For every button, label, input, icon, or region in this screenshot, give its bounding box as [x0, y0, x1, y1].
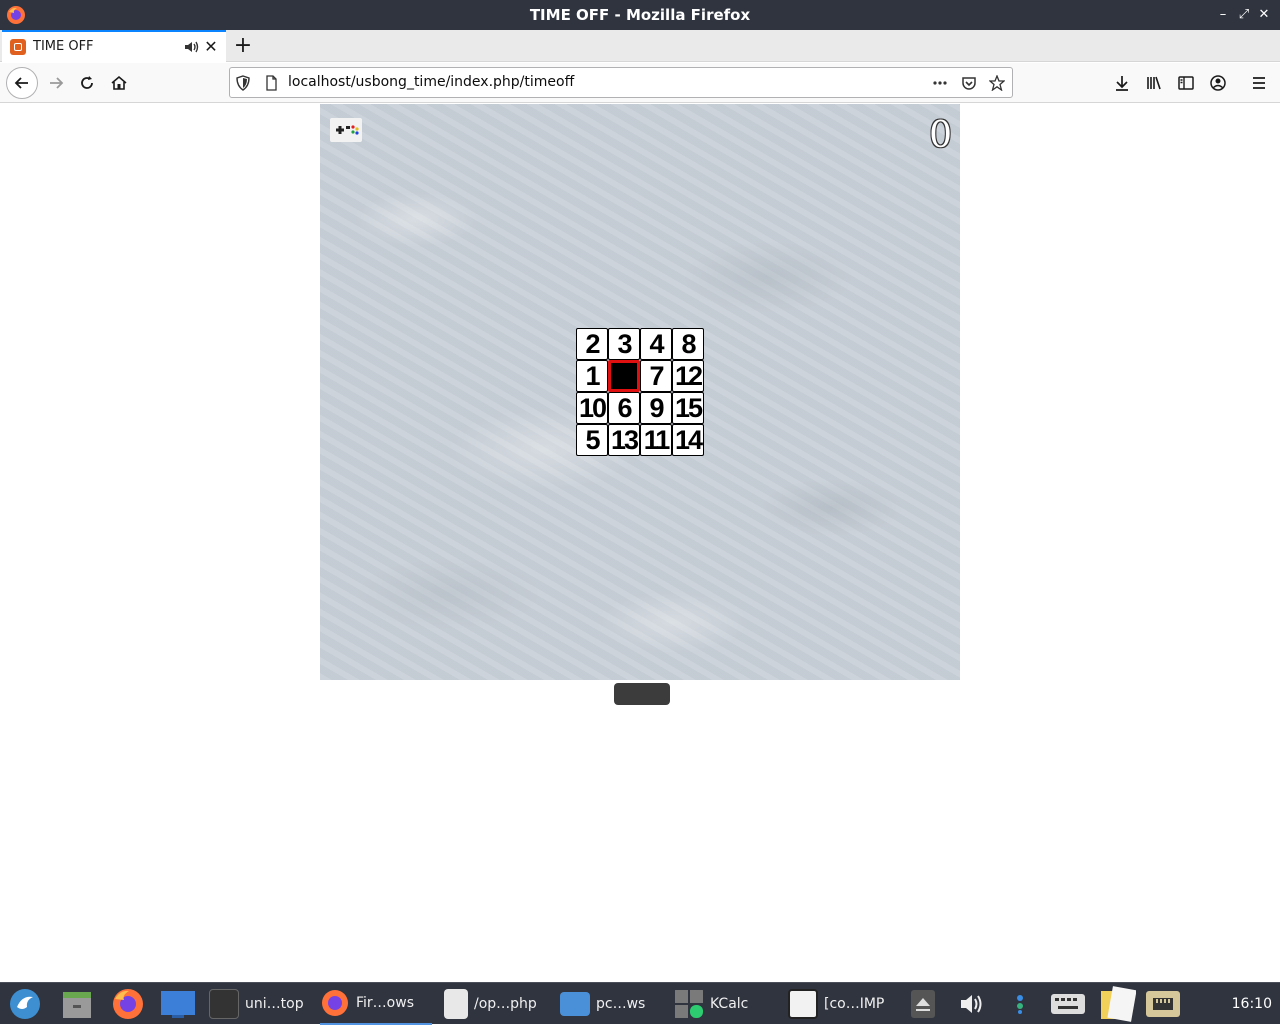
puzzle-tile[interactable]: 12	[672, 360, 704, 392]
navigation-toolbar: localhost/usbong_time/index.php/timeoff	[0, 63, 1280, 103]
maximize-button[interactable]: ⤢	[1233, 0, 1255, 30]
taskbar: uni…top Fir…ows /op…php pc…ws KCalc [co……	[0, 982, 1280, 1025]
network-icon	[1017, 995, 1023, 1014]
sliding-puzzle-grid: 2 3 4 8 1 7 12 10 6 9 15 5 13 11 14	[576, 328, 704, 456]
puzzle-tile[interactable]: 5	[576, 424, 608, 456]
task-label: [co…IMP	[824, 996, 885, 1012]
puzzle-tile[interactable]: 1	[576, 360, 608, 392]
tab-label: TIME OFF	[33, 39, 94, 54]
puzzle-tile[interactable]: 8	[672, 328, 704, 360]
page-actions-menu-icon[interactable]	[932, 75, 948, 91]
task-label: Fir…ows	[356, 995, 414, 1011]
start-menu-icon	[10, 989, 40, 1019]
puzzle-tile[interactable]: 15	[672, 392, 704, 424]
volume-button[interactable]	[958, 983, 986, 1025]
tracking-protection-shield-icon[interactable]	[235, 75, 251, 91]
account-icon	[1210, 75, 1226, 91]
home-icon	[111, 75, 127, 90]
game-canvas[interactable]: 0 2 3 4 8 1 7 12 10 6 9 15 5 13 11 14	[320, 104, 960, 680]
gimp-image-icon	[788, 989, 818, 1019]
bookmark-star-icon[interactable]	[989, 75, 1005, 91]
puzzle-tile[interactable]: 9	[640, 392, 672, 424]
back-arrow-icon	[14, 77, 28, 89]
firefox-icon	[322, 990, 348, 1016]
taskbar-task-kcalc[interactable]: KCalc	[674, 983, 748, 1025]
taskbar-file-manager-launcher[interactable]	[60, 983, 94, 1025]
puzzle-tile[interactable]: 14	[672, 424, 704, 456]
site-favicon-icon	[10, 39, 26, 55]
puzzle-tile[interactable]: 2	[576, 328, 608, 360]
window-title: TIME OFF - Mozilla Firefox	[529, 6, 751, 24]
score-counter: 0	[929, 115, 952, 156]
taskbar-firefox-launcher[interactable]	[111, 983, 145, 1025]
reload-icon	[81, 76, 93, 89]
tab-audio-speaker-icon[interactable]	[182, 38, 200, 56]
puzzle-tile[interactable]: 4	[640, 328, 672, 360]
url-bar[interactable]: localhost/usbong_time/index.php/timeoff	[229, 67, 1013, 98]
forward-button[interactable]	[40, 67, 72, 99]
tab-time-off[interactable]: TIME OFF ✕	[2, 30, 226, 62]
close-window-button[interactable]: ✕	[1253, 0, 1275, 30]
ethernet-button[interactable]	[1145, 983, 1181, 1025]
puzzle-tile[interactable]: 3	[608, 328, 640, 360]
app-menu-button[interactable]	[1243, 67, 1275, 99]
ethernet-icon	[1146, 991, 1180, 1017]
eject-icon	[911, 990, 935, 1018]
start-menu-button[interactable]	[8, 983, 42, 1025]
task-label: uni…top	[245, 996, 304, 1012]
game-action-button[interactable]	[614, 683, 670, 705]
calculator-icon	[675, 990, 703, 1018]
home-button[interactable]	[103, 67, 135, 99]
clock: 16:10	[1231, 996, 1272, 1012]
taskbar-task-gimp[interactable]: [co…IMP	[788, 983, 884, 1025]
keyboard-icon	[1051, 994, 1085, 1014]
puzzle-tile[interactable]: 7	[640, 360, 672, 392]
account-button[interactable]	[1202, 67, 1234, 99]
download-icon	[1116, 76, 1128, 91]
taskbar-task-terminal[interactable]: uni…top	[209, 983, 304, 1025]
tab-close-icon[interactable]: ✕	[202, 37, 220, 57]
sidebar-button[interactable]	[1170, 67, 1202, 99]
empty-tile-selected[interactable]	[608, 360, 640, 392]
pocket-icon[interactable]	[961, 75, 977, 91]
library-icon	[1147, 76, 1161, 90]
downloads-button[interactable]	[1106, 67, 1138, 99]
minimize-button[interactable]: –	[1212, 0, 1234, 30]
folder-icon	[560, 992, 590, 1016]
window-titlebar: TIME OFF - Mozilla Firefox – ⤢ ✕	[0, 0, 1280, 30]
terminal-icon	[209, 989, 239, 1019]
eject-button[interactable]	[910, 983, 936, 1025]
forward-arrow-icon	[50, 77, 64, 89]
desktop-icon	[161, 991, 195, 1018]
clipboard-button[interactable]	[1098, 983, 1136, 1025]
task-label: pc…ws	[596, 996, 646, 1012]
hamburger-menu-icon	[1253, 77, 1265, 89]
new-tab-button[interactable]: +	[232, 30, 254, 61]
game-controller-icon[interactable]	[330, 118, 362, 142]
firefox-icon	[113, 989, 143, 1019]
library-button[interactable]	[1138, 67, 1170, 99]
volume-speaker-icon	[961, 995, 982, 1013]
puzzle-tile[interactable]: 6	[608, 392, 640, 424]
taskbar-task-editor[interactable]: /op…php	[444, 983, 537, 1025]
keyboard-button[interactable]	[1050, 983, 1086, 1025]
clipboard-notes-icon	[1101, 986, 1136, 1022]
reload-button[interactable]	[71, 67, 103, 99]
puzzle-tile[interactable]: 13	[608, 424, 640, 456]
tab-strip: TIME OFF ✕ +	[0, 30, 1280, 62]
text-editor-icon	[444, 989, 468, 1019]
taskbar-task-firefox[interactable]: Fir…ows	[320, 983, 432, 1025]
url-text[interactable]: localhost/usbong_time/index.php/timeoff	[288, 68, 574, 97]
network-status-button[interactable]	[1010, 983, 1030, 1025]
task-label: /op…php	[474, 996, 537, 1012]
task-label: KCalc	[710, 996, 749, 1012]
taskbar-task-folder[interactable]: pc…ws	[560, 983, 645, 1025]
puzzle-tile[interactable]: 11	[640, 424, 672, 456]
taskbar-desktop-launcher[interactable]	[160, 983, 196, 1025]
sidebar-icon	[1178, 76, 1194, 90]
page-info-icon[interactable]	[263, 75, 279, 91]
back-button[interactable]	[6, 67, 38, 99]
file-cabinet-icon	[63, 992, 91, 1018]
puzzle-tile[interactable]: 10	[576, 392, 608, 424]
